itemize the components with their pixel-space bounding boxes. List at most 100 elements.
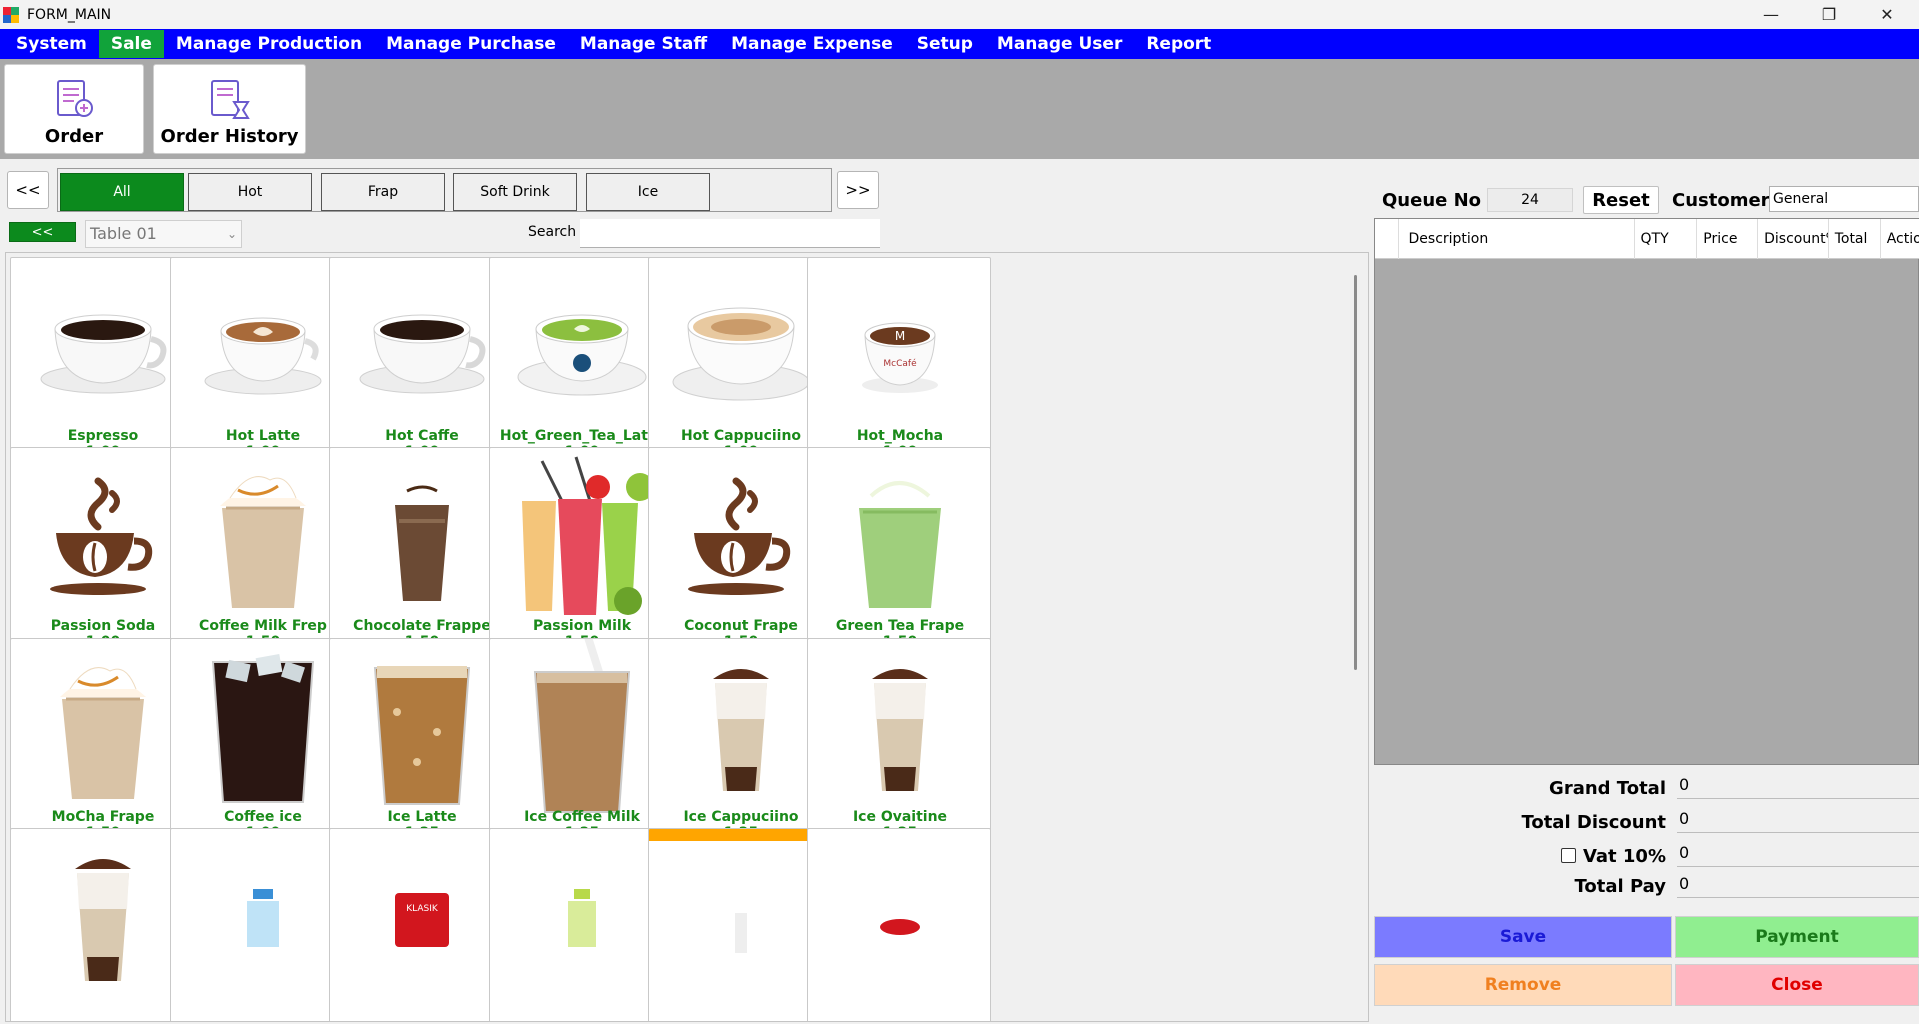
chevron-down-icon: ⌄ — [226, 227, 237, 241]
product-name: Hot_Mocha — [856, 428, 944, 444]
product-card[interactable]: Ice Coffee Milk1.25Qty: 0 — [489, 638, 673, 860]
category-prev-button[interactable]: << — [7, 171, 49, 209]
product-name: Hot Latte — [225, 428, 301, 444]
product-card[interactable]: Coffee Milk Frep1.50Qty: 0 — [170, 447, 354, 669]
menu-bar: System Sale Manage Production Manage Pur… — [0, 29, 1919, 59]
col-qty[interactable]: QTY — [1635, 219, 1698, 259]
product-card[interactable]: Ice Latte1.25Qty: 0 — [329, 638, 513, 860]
queue-label: Queue No — [1382, 190, 1482, 211]
menu-setup[interactable]: Setup — [905, 30, 985, 58]
product-card[interactable] — [807, 828, 991, 1021]
customer-label: Customer — [1672, 190, 1770, 211]
product-name: Passion Milk — [532, 618, 632, 634]
product-grid-scrollbar[interactable] — [1354, 275, 1357, 670]
category-hot[interactable]: Hot — [188, 173, 312, 211]
product-card[interactable] — [489, 828, 673, 1021]
category-soft-drink[interactable]: Soft Drink — [453, 173, 577, 211]
total-discount-field[interactable]: 0 — [1677, 807, 1919, 833]
order-button[interactable]: Order — [4, 64, 144, 154]
table-prev-button[interactable]: << — [9, 222, 76, 242]
table-select-value: Table 01 — [90, 224, 157, 243]
product-card[interactable] — [10, 828, 194, 1021]
category-frap[interactable]: Frap — [321, 173, 445, 211]
product-card[interactable]: Ice Ovaitine1.25Qty: 0 — [807, 638, 991, 860]
window-title: FORM_MAIN — [27, 6, 112, 23]
menu-sale[interactable]: Sale — [98, 30, 164, 58]
product-card[interactable]: Hot Cappuciino1.00Qty: 0 — [648, 257, 832, 479]
product-card[interactable]: Hot_Green_Tea_Latte1.00Qty: 0 — [489, 257, 673, 479]
svg-text:KLASIK: KLASIK — [406, 904, 439, 914]
total-pay-field[interactable]: 0 — [1677, 872, 1919, 898]
restore-button[interactable]: ❐ — [1800, 0, 1858, 29]
save-button[interactable]: Save — [1374, 916, 1672, 958]
product-card[interactable] — [170, 828, 354, 1021]
frappe-cup-icon — [11, 639, 193, 814]
cappuccino-cup-icon — [649, 258, 831, 433]
product-card[interactable]: KLASIK — [329, 828, 513, 1021]
minimize-button[interactable]: — — [1742, 0, 1800, 29]
iced-black-coffee-icon — [171, 639, 353, 814]
hot-coffee-cup-icon — [330, 258, 512, 433]
col-price[interactable]: Price — [1697, 219, 1759, 259]
product-name: Hot_Green_Tea_Latte — [499, 428, 665, 444]
product-card[interactable]: Hot Latte1.00Qty: 0 — [170, 257, 354, 479]
product-card[interactable]: MMcCaféHot_Mocha1.00Qty: 0 — [807, 257, 991, 479]
menu-manage-user[interactable]: Manage User — [985, 30, 1134, 58]
order-label: Order — [44, 126, 104, 147]
product-name: Ice Ovaitine — [852, 809, 948, 825]
category-ice[interactable]: Ice — [586, 173, 710, 211]
menu-report[interactable]: Report — [1134, 30, 1223, 58]
product-card[interactable]: MoCha Frape1.50Qty: 0 — [10, 638, 194, 860]
close-window-button[interactable]: ✕ — [1858, 0, 1916, 29]
product-card[interactable]: Chocolate Frappe1.50Qty: 0 — [329, 447, 513, 669]
category-next-button[interactable]: >> — [837, 171, 879, 209]
vat-label: Vat 10% — [1582, 846, 1666, 867]
vat-field[interactable]: 0 — [1677, 841, 1919, 867]
iced-cappuccino-icon — [11, 829, 193, 1004]
order-history-button[interactable]: Order History — [153, 64, 306, 154]
col-discount[interactable]: Discount% — [1758, 219, 1829, 259]
juice-glasses-icon — [490, 448, 672, 623]
product-card[interactable]: Green Tea Frape1.50Qty: 0 — [807, 447, 991, 669]
search-input[interactable] — [580, 219, 880, 248]
order-items-grid[interactable]: Description QTY Price Discount% Total Ac… — [1374, 218, 1919, 765]
product-card[interactable]: Coffee ice1.00Qty: 0 — [170, 638, 354, 860]
product-card[interactable]: Passion Soda1.00Qty: 0 — [10, 447, 194, 669]
product-name: Hot Cappuciino — [680, 428, 802, 444]
customer-field[interactable]: General — [1769, 186, 1919, 212]
svg-text:M: M — [895, 329, 905, 343]
mocha-cup-icon: M McCafé — [808, 258, 990, 433]
table-select[interactable]: Table 01 ⌄ — [85, 220, 242, 248]
product-name: Chocolate Frappe — [353, 618, 491, 634]
category-all[interactable]: All — [60, 173, 184, 211]
reset-button[interactable]: Reset — [1583, 186, 1659, 214]
col-total[interactable]: Total — [1829, 219, 1881, 259]
menu-manage-production[interactable]: Manage Production — [164, 30, 374, 58]
col-description[interactable]: Description — [1399, 219, 1635, 259]
close-button[interactable]: Close — [1675, 964, 1919, 1006]
title-bar: FORM_MAIN — ❐ ✕ — [0, 0, 1919, 29]
product-card[interactable]: Coconut Frape1.50Qty: 0 — [648, 447, 832, 669]
product-name: Hot Caffe — [385, 428, 459, 444]
toolstrip: Order Order History — [0, 59, 1919, 159]
menu-manage-staff[interactable]: Manage Staff — [568, 30, 719, 58]
remove-button[interactable]: Remove — [1374, 964, 1672, 1006]
menu-manage-purchase[interactable]: Manage Purchase — [374, 30, 568, 58]
menu-manage-expense[interactable]: Manage Expense — [719, 30, 905, 58]
product-card[interactable]: Ice Cappuciino1.25Qty: 0 — [648, 638, 832, 860]
menu-system[interactable]: System — [4, 30, 99, 58]
grand-total-field[interactable]: 0 — [1677, 773, 1919, 799]
col-action[interactable]: Action — [1881, 219, 1919, 259]
product-name: Passion Soda — [50, 618, 156, 634]
payment-button[interactable]: Payment — [1675, 916, 1919, 958]
red-cap-icon — [808, 829, 990, 1004]
product-card[interactable] — [648, 828, 832, 1021]
green-bottle-icon — [490, 829, 672, 1004]
product-grid: Espresso1.00Qty: 0Hot Latte1.00Qty: 0Hot… — [5, 252, 1369, 1022]
iced-coffee-milk-icon — [490, 639, 672, 814]
row-header-cell — [1375, 219, 1399, 259]
product-card[interactable]: Espresso1.00Qty: 0 — [10, 257, 194, 479]
green-tea-frappe-icon — [808, 448, 990, 623]
product-card[interactable]: Hot Caffe1.00Qty: 0 — [329, 257, 513, 479]
product-card[interactable]: Passion Milk1.50Qty: 0 — [489, 447, 673, 669]
